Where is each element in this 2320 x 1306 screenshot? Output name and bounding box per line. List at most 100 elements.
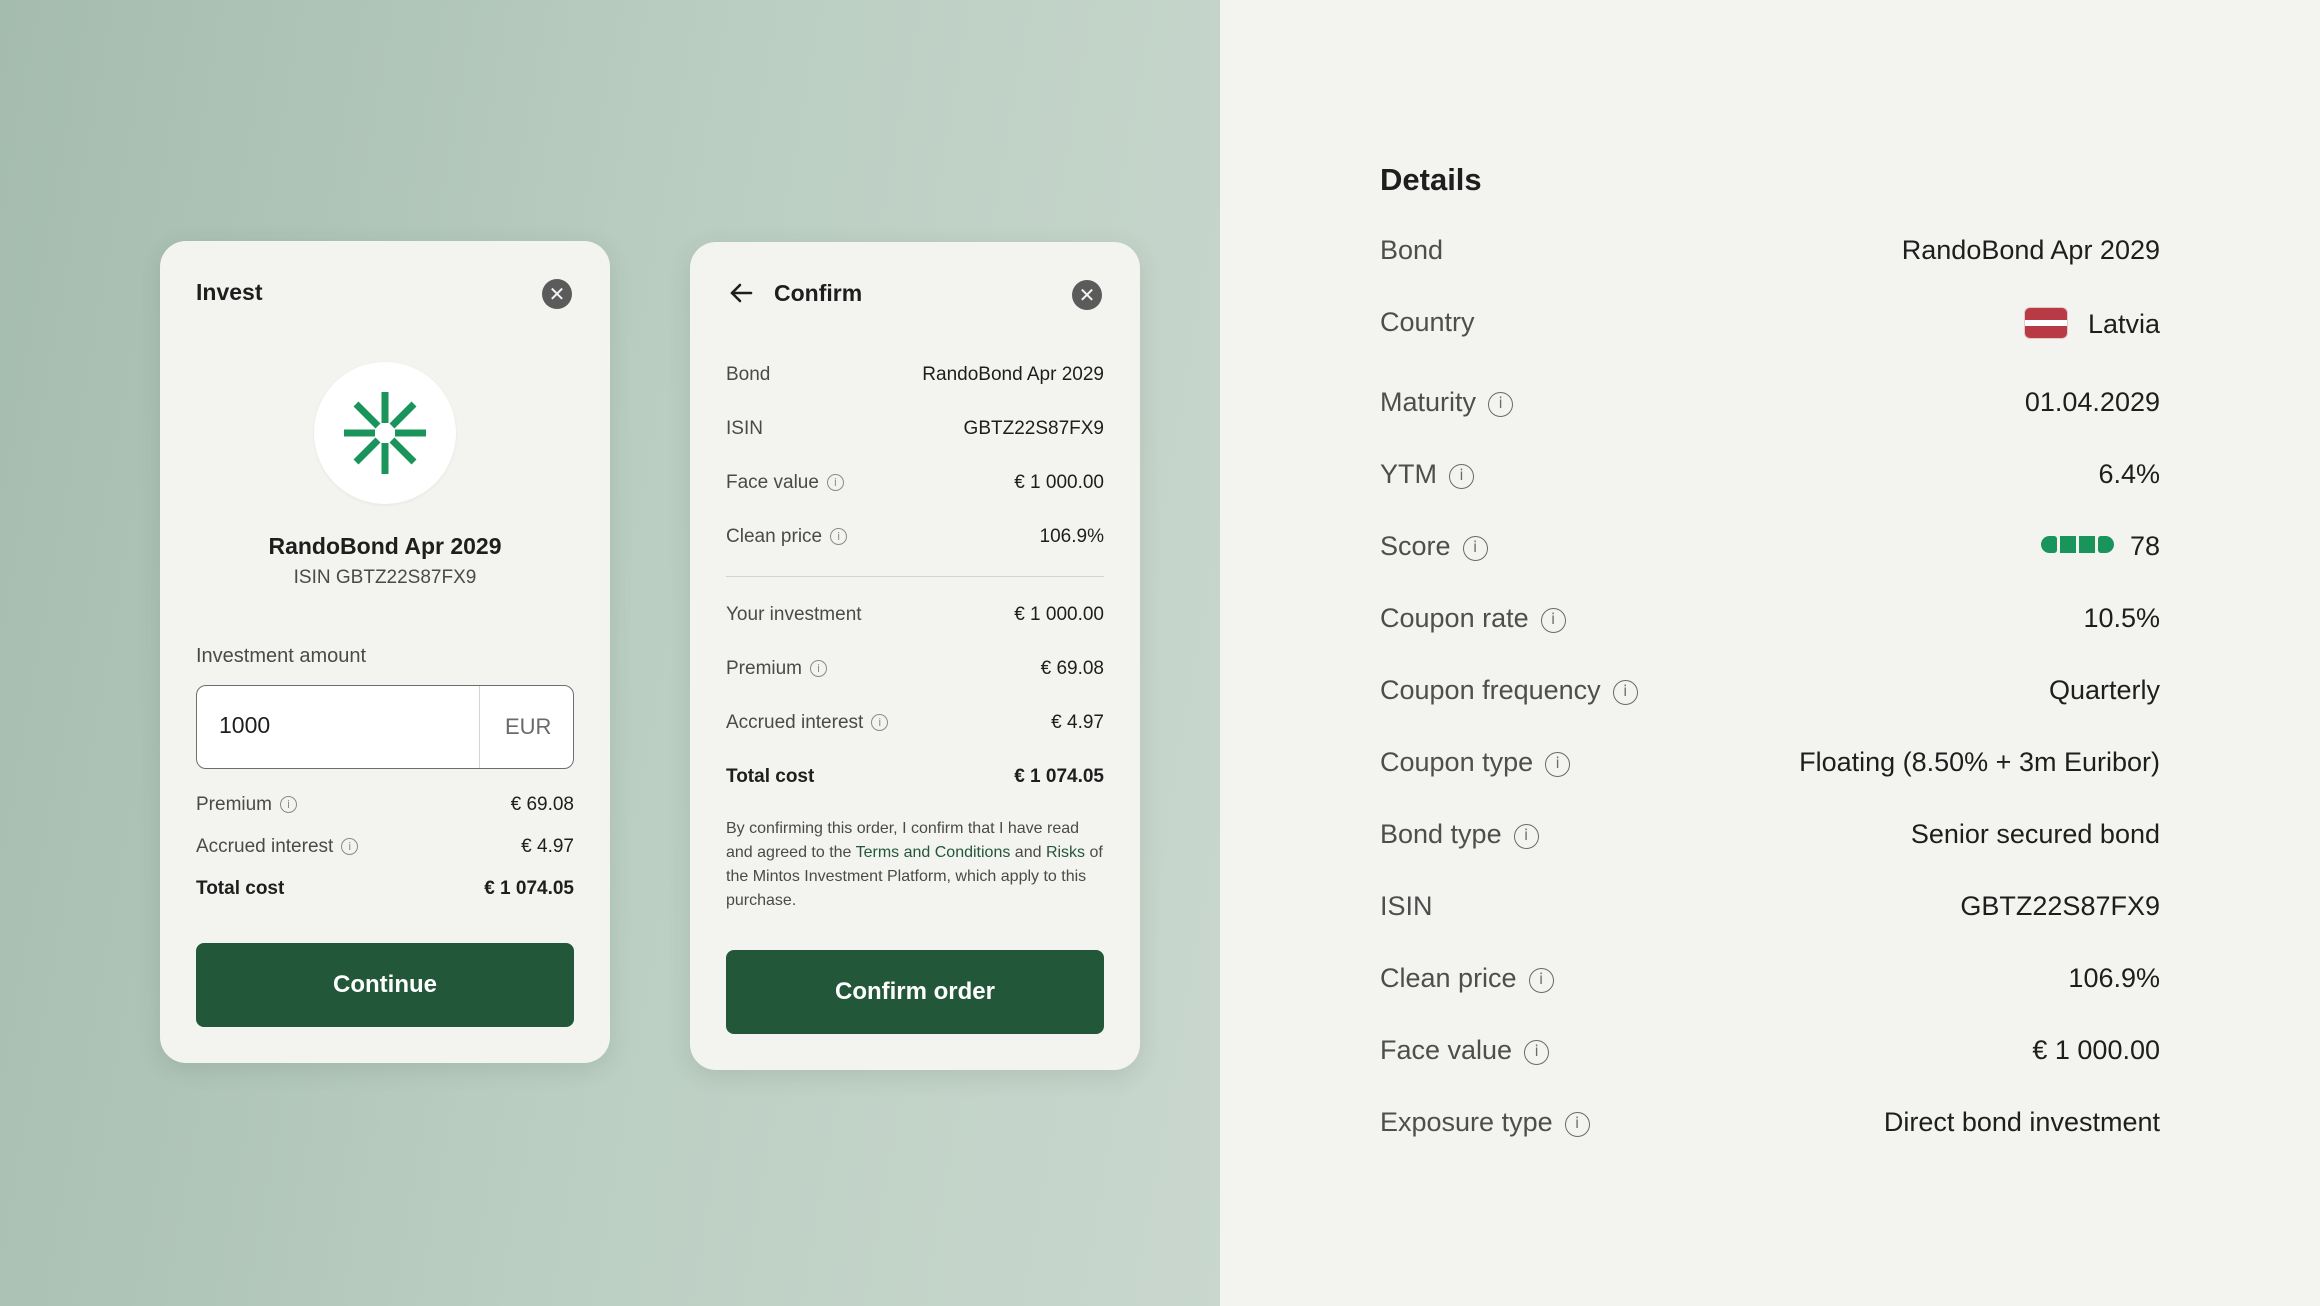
- premium-value: € 69.08: [510, 794, 574, 815]
- info-icon[interactable]: i: [1528, 968, 1554, 993]
- details-panel: Details Bond RandoBond Apr 2029 Country …: [1220, 0, 2320, 1306]
- detail-label: Face value: [1380, 1035, 1513, 1065]
- detail-label: Score: [1380, 531, 1451, 561]
- arrow-left-icon[interactable]: [726, 278, 756, 308]
- total-cost-label: Total cost: [196, 878, 285, 899]
- input-separator: [479, 686, 480, 768]
- investment-amount-value[interactable]: 1000: [219, 712, 270, 739]
- info-icon[interactable]: i: [341, 838, 359, 856]
- detail-label: ISIN: [1380, 891, 1433, 921]
- detail-value: Latvia: [2087, 309, 2160, 339]
- info-icon[interactable]: i: [1449, 464, 1474, 489]
- info-icon[interactable]: i: [280, 796, 298, 814]
- your-investment-row: Your investment € 1 000.00: [726, 604, 1104, 634]
- info-icon[interactable]: i: [1564, 1112, 1590, 1137]
- invest-card: Invest ✕ RandoBond Apr 2029 ISIN GBTZ22S…: [160, 241, 610, 1063]
- detail-row-face-value: Face value i € 1 000.00: [1380, 1035, 2160, 1075]
- detail-value: € 1 000.00: [2032, 1035, 2160, 1065]
- bond-row: Bond RandoBond Apr 2029: [726, 364, 1104, 394]
- detail-value: Direct bond investment: [1883, 1107, 2160, 1137]
- detail-value: Floating (8.50% + 3m Euribor): [1799, 747, 2160, 777]
- total-cost-label: Total cost: [726, 766, 815, 787]
- confirm-order-button[interactable]: Confirm order: [726, 950, 1104, 1034]
- info-icon[interactable]: i: [1540, 608, 1566, 633]
- invest-title: Invest: [196, 279, 263, 305]
- close-icon[interactable]: ✕: [542, 279, 572, 309]
- detail-value: 6.4%: [2098, 459, 2160, 489]
- bond-label: Bond: [726, 364, 771, 385]
- detail-value: 01.04.2029: [2024, 387, 2160, 417]
- face-value-label: Face value: [726, 472, 819, 493]
- total-cost-row: Total cost € 1 074.05: [196, 878, 574, 908]
- close-icon[interactable]: ✕: [1072, 280, 1102, 310]
- score-segment: [2040, 536, 2057, 553]
- accrued-interest-value: € 4.97: [521, 836, 574, 857]
- bond-name: RandoBond Apr 2029: [268, 533, 502, 559]
- info-icon[interactable]: i: [1462, 536, 1488, 561]
- face-value-value: € 1 000.00: [1014, 472, 1104, 493]
- premium-label: Premium: [196, 794, 273, 815]
- premium-row: Premium i € 69.08: [196, 794, 574, 824]
- detail-value: GBTZ22S87FX9: [1960, 891, 2160, 921]
- detail-label: YTM: [1380, 459, 1437, 489]
- detail-row-bond-type: Bond type i Senior secured bond: [1380, 819, 2160, 859]
- bond-value: RandoBond Apr 2029: [922, 364, 1104, 385]
- clean-price-value: 106.9%: [1039, 526, 1104, 547]
- accrued-interest-row: Accrued interest i € 4.97: [726, 712, 1104, 742]
- detail-label: Maturity: [1380, 387, 1477, 417]
- accrued-interest-row: Accrued interest i € 4.97: [196, 836, 574, 866]
- total-cost-value: € 1 074.05: [484, 878, 574, 899]
- confirm-title: Confirm: [774, 280, 863, 306]
- score-segment: [2097, 536, 2114, 553]
- detail-label: Coupon frequency: [1380, 675, 1601, 705]
- investment-amount-input[interactable]: 1000 EUR: [196, 685, 574, 769]
- legal-text: By confirming this order, I confirm that…: [726, 817, 1104, 913]
- accrued-interest-label: Accrued interest: [196, 836, 334, 857]
- isin-label: ISIN: [726, 418, 763, 439]
- detail-value: Quarterly: [2048, 675, 2160, 705]
- info-icon[interactable]: i: [810, 660, 828, 678]
- latvia-flag-icon: [2023, 307, 2068, 339]
- detail-row-bond: Bond RandoBond Apr 2029: [1380, 235, 2160, 275]
- investment-amount-label: Investment amount: [196, 645, 367, 667]
- info-icon[interactable]: i: [871, 714, 889, 732]
- detail-row-maturity: Maturity i 01.04.2029: [1380, 387, 2160, 427]
- clean-price-label: Clean price: [726, 526, 823, 547]
- premium-row: Premium i € 69.08: [726, 658, 1104, 688]
- detail-value: Senior secured bond: [1910, 819, 2160, 849]
- bond-logo: [314, 362, 456, 504]
- your-investment-value: € 1 000.00: [1014, 604, 1104, 625]
- detail-row-coupon-type: Coupon type i Floating (8.50% + 3m Euribo…: [1380, 747, 2160, 787]
- details-title: Details: [1380, 162, 1482, 197]
- info-icon[interactable]: i: [1612, 680, 1638, 705]
- score-bar: [2040, 536, 2114, 553]
- info-icon[interactable]: i: [1545, 752, 1571, 777]
- detail-label: Bond type: [1380, 819, 1502, 849]
- risks-link[interactable]: Risks: [1046, 844, 1085, 861]
- info-icon[interactable]: i: [826, 474, 844, 492]
- terms-link[interactable]: Terms and Conditions: [856, 844, 1011, 861]
- currency-label: EUR: [505, 714, 552, 739]
- detail-value: 78: [2129, 531, 2160, 561]
- your-investment-label: Your investment: [726, 604, 862, 625]
- detail-label: Exposure type: [1380, 1107, 1553, 1137]
- total-cost-value: € 1 074.05: [1014, 766, 1104, 787]
- detail-label: Coupon rate: [1380, 603, 1529, 633]
- continue-button[interactable]: Continue: [196, 943, 574, 1027]
- info-icon[interactable]: i: [830, 528, 848, 546]
- confirm-card: Confirm ✕ Bond RandoBond Apr 2029 ISIN G…: [690, 242, 1140, 1070]
- legal-text-part: and: [1010, 844, 1046, 861]
- detail-value: 10.5%: [2083, 603, 2160, 633]
- score-segment: [2078, 536, 2095, 553]
- info-icon[interactable]: i: [1513, 824, 1539, 849]
- isin-row: ISIN GBTZ22S87FX9: [726, 418, 1104, 448]
- detail-label: Country: [1380, 307, 1475, 337]
- info-icon[interactable]: i: [1488, 392, 1514, 417]
- detail-row-exposure-type: Exposure type i Direct bond investment: [1380, 1107, 2160, 1147]
- detail-value: 106.9%: [2068, 963, 2160, 993]
- score-segment: [2059, 536, 2076, 553]
- premium-label: Premium: [726, 658, 803, 679]
- accrued-interest-value: € 4.97: [1051, 712, 1104, 733]
- info-icon[interactable]: i: [1524, 1040, 1550, 1065]
- detail-label: Coupon type: [1380, 747, 1534, 777]
